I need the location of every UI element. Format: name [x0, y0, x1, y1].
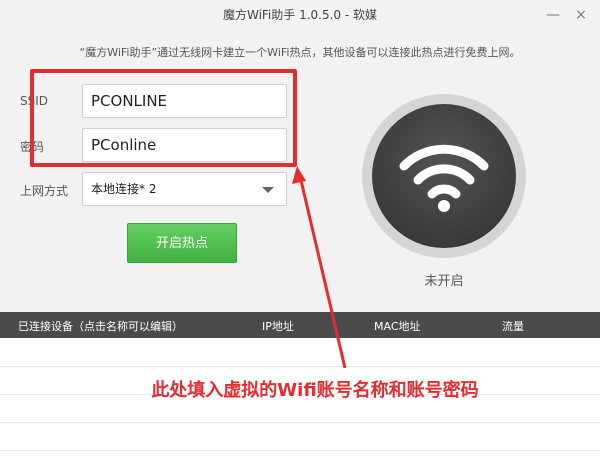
annotation-text: 此处填入虚拟的Wifi账号名称和账号密码: [151, 380, 479, 401]
